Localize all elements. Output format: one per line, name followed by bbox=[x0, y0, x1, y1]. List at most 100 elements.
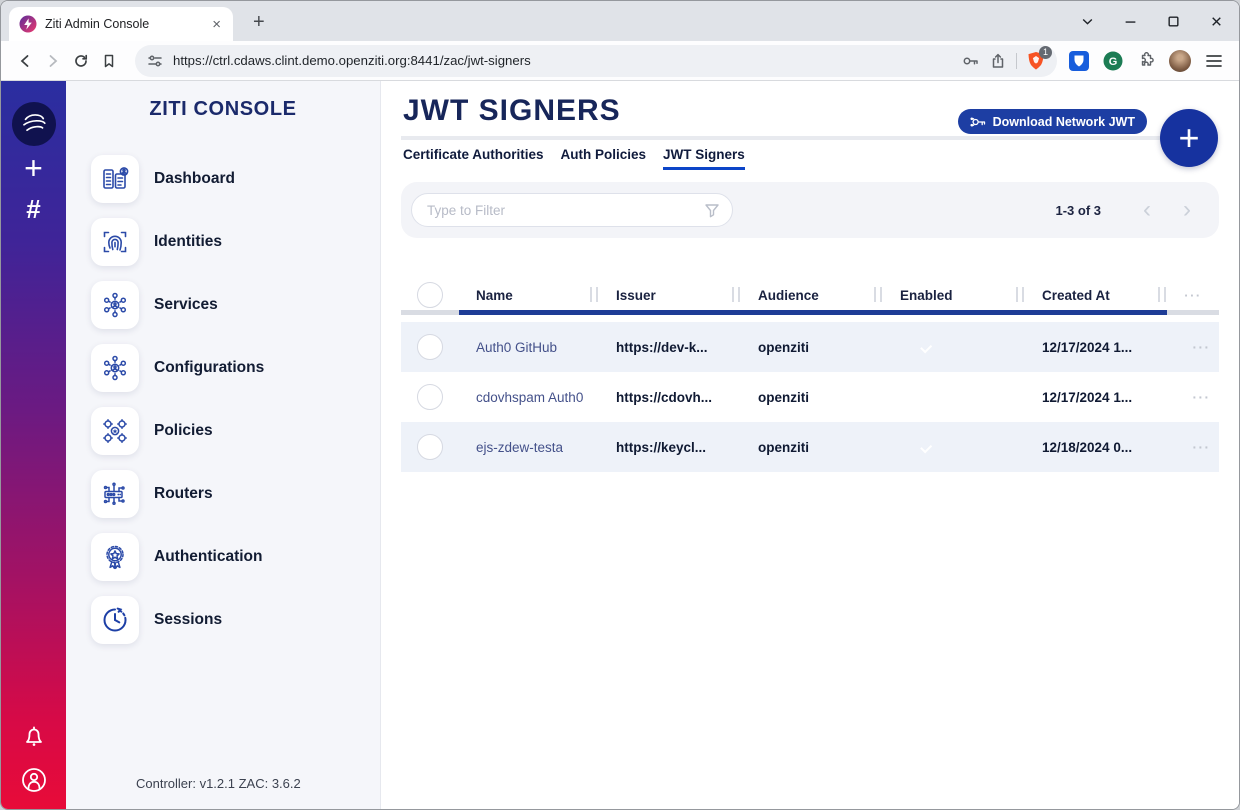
row-checkbox[interactable] bbox=[417, 384, 443, 410]
cell-issuer: https://dev-k... bbox=[599, 340, 741, 355]
cell-audience: openziti bbox=[741, 390, 883, 405]
tab-close-icon[interactable]: × bbox=[210, 16, 223, 33]
sidebar-item-label: Sessions bbox=[154, 611, 222, 629]
row-menu-icon[interactable]: ··· bbox=[1167, 390, 1219, 405]
row-menu-icon[interactable]: ··· bbox=[1167, 340, 1219, 355]
column-header-enabled[interactable]: Enabled bbox=[883, 280, 1025, 310]
svg-text:G: G bbox=[1109, 56, 1118, 68]
cell-name[interactable]: ejs-zdew-testa bbox=[459, 440, 599, 455]
sidebar-item-dashboard[interactable]: Dashboard bbox=[66, 147, 380, 210]
section-tabs: Certificate Authorities Auth Policies JW… bbox=[403, 147, 1219, 170]
bitwarden-extension-icon[interactable] bbox=[1069, 51, 1089, 71]
download-network-jwt-label: Download Network JWT bbox=[993, 115, 1135, 129]
sidebar-item-routers[interactable]: Routers bbox=[66, 462, 380, 525]
filter-bar: 1-3 of 3 ‹ › bbox=[401, 182, 1219, 238]
column-header-issuer[interactable]: Issuer bbox=[599, 280, 741, 310]
url-bar[interactable]: https://ctrl.cdaws.clint.demo.openziti.o… bbox=[135, 45, 1057, 77]
table-row[interactable]: cdovhspam Auth0 https://cdovh... openzit… bbox=[401, 372, 1219, 422]
policies-icon bbox=[91, 407, 139, 455]
window-maximize-button[interactable] bbox=[1167, 15, 1180, 28]
browser-toolbar: https://ctrl.cdaws.clint.demo.openziti.o… bbox=[1, 41, 1239, 81]
sidebar-item-label: Dashboard bbox=[154, 170, 235, 188]
tab-jwt-signers[interactable]: JWT Signers bbox=[663, 147, 745, 170]
row-checkbox[interactable] bbox=[417, 334, 443, 360]
url-text[interactable]: https://ctrl.cdaws.clint.demo.openziti.o… bbox=[173, 53, 952, 68]
bookmark-icon[interactable] bbox=[101, 53, 117, 69]
column-header-audience[interactable]: Audience bbox=[741, 280, 883, 310]
cell-issuer: https://cdovh... bbox=[599, 390, 741, 405]
sidebar-item-configurations[interactable]: Configurations bbox=[66, 336, 380, 399]
identities-icon bbox=[91, 218, 139, 266]
new-tab-button[interactable]: + bbox=[247, 9, 271, 36]
column-options-icon[interactable]: ··· bbox=[1167, 280, 1219, 310]
version-footer: Controller: v1.2.1 ZAC: 3.6.2 bbox=[136, 776, 380, 791]
cell-name[interactable]: Auth0 GitHub bbox=[459, 340, 599, 355]
tab-title: Ziti Admin Console bbox=[45, 17, 210, 31]
sidebar-item-authentication[interactable]: Authentication bbox=[66, 525, 380, 588]
user-profile-icon[interactable] bbox=[19, 765, 49, 795]
authentication-icon bbox=[91, 533, 139, 581]
grammarly-extension-icon[interactable]: G bbox=[1103, 51, 1123, 71]
sidebar-item-services[interactable]: Services bbox=[66, 273, 380, 336]
sidebar-item-label: Configurations bbox=[154, 359, 264, 377]
download-network-jwt-button[interactable]: Download Network JWT bbox=[958, 109, 1147, 134]
filter-funnel-icon[interactable] bbox=[703, 201, 721, 219]
rail-hash-icon[interactable]: # bbox=[26, 196, 40, 222]
console-title: ZITI CONSOLE bbox=[66, 96, 380, 122]
forward-button[interactable] bbox=[45, 53, 61, 69]
sidebar-item-label: Routers bbox=[154, 485, 213, 503]
ziti-logo-icon[interactable] bbox=[12, 102, 56, 146]
table-header-bar bbox=[401, 310, 1219, 315]
sidebar: ZITI CONSOLE Dashboard bbox=[66, 81, 381, 810]
table-row[interactable]: Auth0 GitHub https://dev-k... openziti 1… bbox=[401, 322, 1219, 372]
row-checkbox[interactable] bbox=[417, 434, 443, 460]
column-header-name[interactable]: Name bbox=[459, 280, 599, 310]
shield-badge: 1 bbox=[1039, 46, 1052, 59]
sidebar-item-policies[interactable]: Policies bbox=[66, 399, 380, 462]
reload-button[interactable] bbox=[73, 53, 89, 69]
share-icon[interactable] bbox=[990, 53, 1006, 69]
cell-audience: openziti bbox=[741, 440, 883, 455]
profile-avatar[interactable] bbox=[1169, 50, 1191, 72]
column-header-created-at[interactable]: Created At bbox=[1025, 280, 1167, 310]
back-button[interactable] bbox=[17, 53, 33, 69]
tab-search-chevron-icon[interactable] bbox=[1081, 15, 1094, 28]
rail-add-icon[interactable]: + bbox=[24, 152, 43, 184]
tab-certificate-authorities[interactable]: Certificate Authorities bbox=[403, 147, 544, 170]
sidebar-item-label: Services bbox=[154, 296, 218, 314]
title-divider bbox=[401, 136, 1169, 140]
select-all-checkbox[interactable] bbox=[417, 282, 443, 308]
cell-name[interactable]: cdovhspam Auth0 bbox=[459, 390, 599, 405]
brand-rail: + # bbox=[1, 81, 66, 810]
brave-shield-icon[interactable]: 1 bbox=[1027, 51, 1045, 71]
add-jwt-signer-button[interactable]: + bbox=[1160, 109, 1218, 167]
sidebar-item-sessions[interactable]: Sessions bbox=[66, 588, 380, 651]
pagination-prev-icon[interactable]: ‹ bbox=[1143, 198, 1151, 222]
sessions-icon bbox=[91, 596, 139, 644]
sidebar-item-label: Identities bbox=[154, 233, 222, 251]
extensions-puzzle-icon[interactable] bbox=[1137, 52, 1155, 70]
cell-created-at: 12/17/2024 1... bbox=[1025, 390, 1167, 405]
browser-window: Ziti Admin Console × + bbox=[0, 0, 1240, 810]
site-settings-icon[interactable] bbox=[147, 53, 163, 69]
pagination-next-icon[interactable]: › bbox=[1183, 198, 1191, 222]
table-row[interactable]: ejs-zdew-testa https://keycl... openziti… bbox=[401, 422, 1219, 472]
pagination-range-label: 1-3 of 3 bbox=[1055, 203, 1101, 218]
plus-icon: + bbox=[1178, 117, 1199, 159]
sidebar-item-label: Authentication bbox=[154, 548, 263, 566]
cell-created-at: 12/18/2024 0... bbox=[1025, 440, 1167, 455]
sidebar-item-identities[interactable]: Identities bbox=[66, 210, 380, 273]
browser-tabstrip: Ziti Admin Console × + bbox=[1, 1, 1239, 41]
filter-input[interactable] bbox=[411, 193, 733, 227]
window-minimize-button[interactable] bbox=[1124, 15, 1137, 28]
notifications-bell-icon[interactable] bbox=[21, 723, 47, 749]
main-content: JWT SIGNERS Download Network JWT + Certi… bbox=[381, 81, 1239, 810]
row-menu-icon[interactable]: ··· bbox=[1167, 440, 1219, 455]
tab-auth-policies[interactable]: Auth Policies bbox=[561, 147, 647, 170]
password-key-icon[interactable] bbox=[962, 53, 980, 69]
window-close-button[interactable] bbox=[1210, 15, 1223, 28]
jwt-signers-table: Name Issuer Audience Enabled Created At … bbox=[401, 280, 1219, 472]
browser-tab[interactable]: Ziti Admin Console × bbox=[9, 7, 233, 41]
menu-hamburger-icon[interactable] bbox=[1205, 53, 1223, 69]
cell-issuer: https://keycl... bbox=[599, 440, 741, 455]
